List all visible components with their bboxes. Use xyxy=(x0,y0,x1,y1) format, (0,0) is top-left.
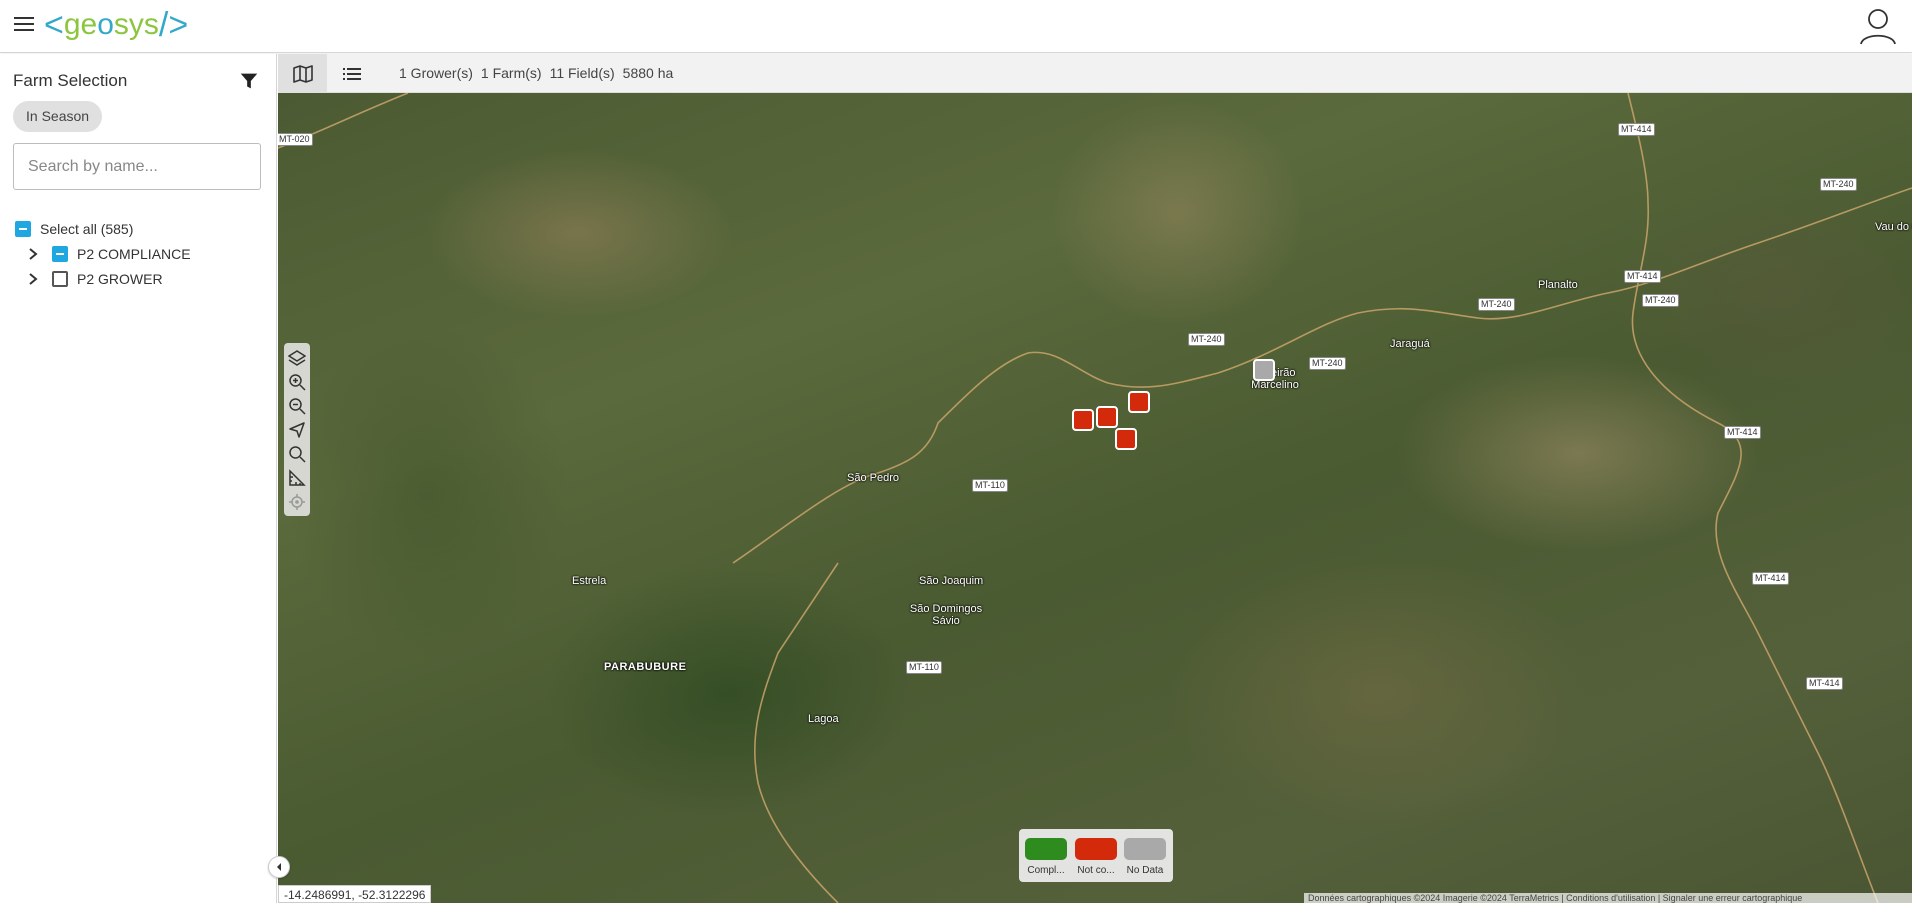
road-label-mt-240: MT-240 xyxy=(1478,298,1515,311)
list-icon xyxy=(342,67,361,80)
tree-item-label: P2 GROWER xyxy=(77,271,163,287)
legend-swatch xyxy=(1075,838,1117,860)
road-label-mt-110: MT-110 xyxy=(906,661,942,674)
p2-compliance-checkbox[interactable] xyxy=(52,246,68,262)
place-label: São Joaquim xyxy=(919,575,984,587)
place-label: PARABUBURE xyxy=(604,661,687,673)
area-total: 5880 ha xyxy=(622,65,674,81)
satellite-map[interactable]: MT-020 MT-414 MT-240 MT-414 MT-240 MT-24… xyxy=(278,93,1912,903)
search-input[interactable] xyxy=(13,143,261,190)
list-view-button[interactable] xyxy=(327,54,376,93)
in-season-chip[interactable]: In Season xyxy=(13,101,103,132)
map-view-button[interactable] xyxy=(278,54,327,93)
map-icon xyxy=(292,64,313,83)
road-label-mt-414: MT-414 xyxy=(1806,677,1843,690)
menu-icon[interactable] xyxy=(14,17,34,33)
tree-item-p2-compliance[interactable]: P2 COMPLIANCE xyxy=(26,243,191,265)
layers-icon xyxy=(288,350,306,366)
road-label-mt-414: MT-414 xyxy=(1618,123,1655,136)
road-label-mt-240: MT-240 xyxy=(1309,357,1346,370)
place-label: Planalto xyxy=(1538,279,1578,291)
place-label: Vau do Gaucho xyxy=(1875,221,1912,233)
road-label-mt-414: MT-414 xyxy=(1752,572,1789,585)
panel-title: Farm Selection xyxy=(13,71,128,90)
selection-summary: 1 Grower(s) 1 Farm(s) 11 Field(s) 5880 h… xyxy=(399,65,673,81)
p2-grower-checkbox[interactable] xyxy=(52,271,68,287)
legend-item-no-data[interactable]: No Data xyxy=(1123,838,1167,876)
gps-button[interactable] xyxy=(286,490,308,514)
road-label-mt-240: MT-240 xyxy=(1188,333,1225,346)
chevron-right-icon[interactable] xyxy=(26,247,40,261)
road-network xyxy=(278,93,1912,903)
select-all-label: Select all (585) xyxy=(40,221,134,237)
select-all-row[interactable]: Select all (585) xyxy=(15,218,133,240)
ruler-icon xyxy=(289,469,306,486)
legend-label: Not co... xyxy=(1077,865,1115,876)
legend-item-not-compliant[interactable]: Not co... xyxy=(1074,838,1118,876)
place-label: São Domingos Sávio xyxy=(909,603,983,627)
crosshair-icon xyxy=(289,494,305,510)
place-label: Estrela xyxy=(572,575,607,587)
zoom-in-icon xyxy=(289,374,306,391)
field-count: 11 Field(s) xyxy=(549,65,615,81)
place-label: Jaraguá xyxy=(1390,338,1430,350)
locate-button[interactable] xyxy=(286,418,308,442)
place-label: São Pedro xyxy=(847,472,899,484)
road-label-mt-240: MT-240 xyxy=(1642,294,1679,307)
zoom-in-button[interactable] xyxy=(286,370,308,394)
zoom-out-button[interactable] xyxy=(286,394,308,418)
road-label-mt-414: MT-414 xyxy=(1724,426,1761,439)
legend-label: Compl... xyxy=(1027,865,1065,876)
field-marker-no-data[interactable] xyxy=(1253,359,1275,381)
legend-swatch xyxy=(1025,838,1067,860)
grower-count: 1 Grower(s) xyxy=(399,65,473,81)
view-toolbar: 1 Grower(s) 1 Farm(s) 11 Field(s) 5880 h… xyxy=(278,54,1912,93)
layers-button[interactable] xyxy=(286,346,308,370)
legend-swatch xyxy=(1124,838,1166,860)
chevron-right-icon[interactable] xyxy=(26,272,40,286)
cursor-coordinates: -14.2486991, -52.3122296 xyxy=(278,885,432,903)
compliance-legend: Compl... Not co... No Data xyxy=(1019,829,1173,882)
navigation-icon xyxy=(289,422,305,438)
road-label-mt-110: MT-110 xyxy=(972,479,1008,492)
road-label-mt-020: MT-020 xyxy=(278,133,313,146)
search-map-button[interactable] xyxy=(286,442,308,466)
place-label: Lagoa xyxy=(808,713,839,725)
collapse-sidebar-button[interactable] xyxy=(268,856,290,878)
legend-label: No Data xyxy=(1126,865,1164,876)
search-icon xyxy=(289,446,306,463)
field-marker-not-compliant[interactable] xyxy=(1072,409,1094,431)
place-label: Ribeirão Marcelino xyxy=(1251,367,1299,391)
filter-icon[interactable] xyxy=(238,70,260,92)
tree-item-p2-grower[interactable]: P2 GROWER xyxy=(26,268,163,290)
road-label-mt-414: MT-414 xyxy=(1624,270,1661,283)
select-all-checkbox[interactable] xyxy=(15,221,31,237)
farm-selection-panel: Farm Selection In Season Select all (585… xyxy=(0,54,277,903)
geosys-logo[interactable]: < ge o sys /> xyxy=(44,4,188,46)
map-attribution[interactable]: Données cartographiques ©2024 Imagerie ©… xyxy=(1304,893,1912,903)
road-label-mt-240: MT-240 xyxy=(1820,178,1857,191)
field-marker-not-compliant[interactable] xyxy=(1128,391,1150,413)
app-header: < ge o sys /> xyxy=(0,0,1912,53)
legend-item-compliant[interactable]: Compl... xyxy=(1024,838,1068,876)
tree-item-label: P2 COMPLIANCE xyxy=(77,246,191,262)
user-icon[interactable] xyxy=(1858,6,1898,46)
zoom-out-icon xyxy=(289,398,306,415)
measure-button[interactable] xyxy=(286,466,308,490)
field-marker-not-compliant[interactable] xyxy=(1096,406,1118,428)
field-marker-not-compliant[interactable] xyxy=(1115,428,1137,450)
farm-count: 1 Farm(s) xyxy=(480,65,542,81)
map-tools xyxy=(284,343,310,516)
